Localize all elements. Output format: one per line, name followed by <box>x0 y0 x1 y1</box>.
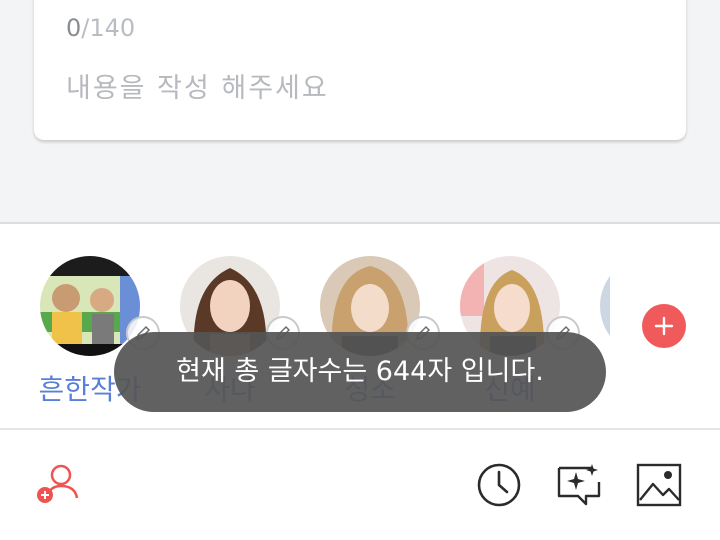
toast-message: 현재 총 글자수는 644자 입니다. <box>114 332 606 412</box>
profile-avatar[interactable] <box>40 256 140 356</box>
add-profile-button[interactable] <box>642 304 686 348</box>
char-count-current: 0 <box>66 14 82 42</box>
image-icon[interactable] <box>636 462 682 508</box>
clock-icon[interactable] <box>476 462 522 508</box>
compose-card[interactable]: 0/140 내용을 작성 해주세요 <box>34 0 686 140</box>
char-count-max: /140 <box>81 14 136 42</box>
sparkle-comment-icon[interactable] <box>556 462 602 508</box>
plus-icon <box>654 316 674 336</box>
profile-avatar-partial[interactable] <box>600 256 610 356</box>
content-input[interactable]: 내용을 작성 해주세요 <box>66 66 329 105</box>
bottom-toolbar <box>0 430 720 540</box>
char-counter: 0/140 <box>66 14 135 42</box>
add-person-icon[interactable] <box>34 462 80 508</box>
